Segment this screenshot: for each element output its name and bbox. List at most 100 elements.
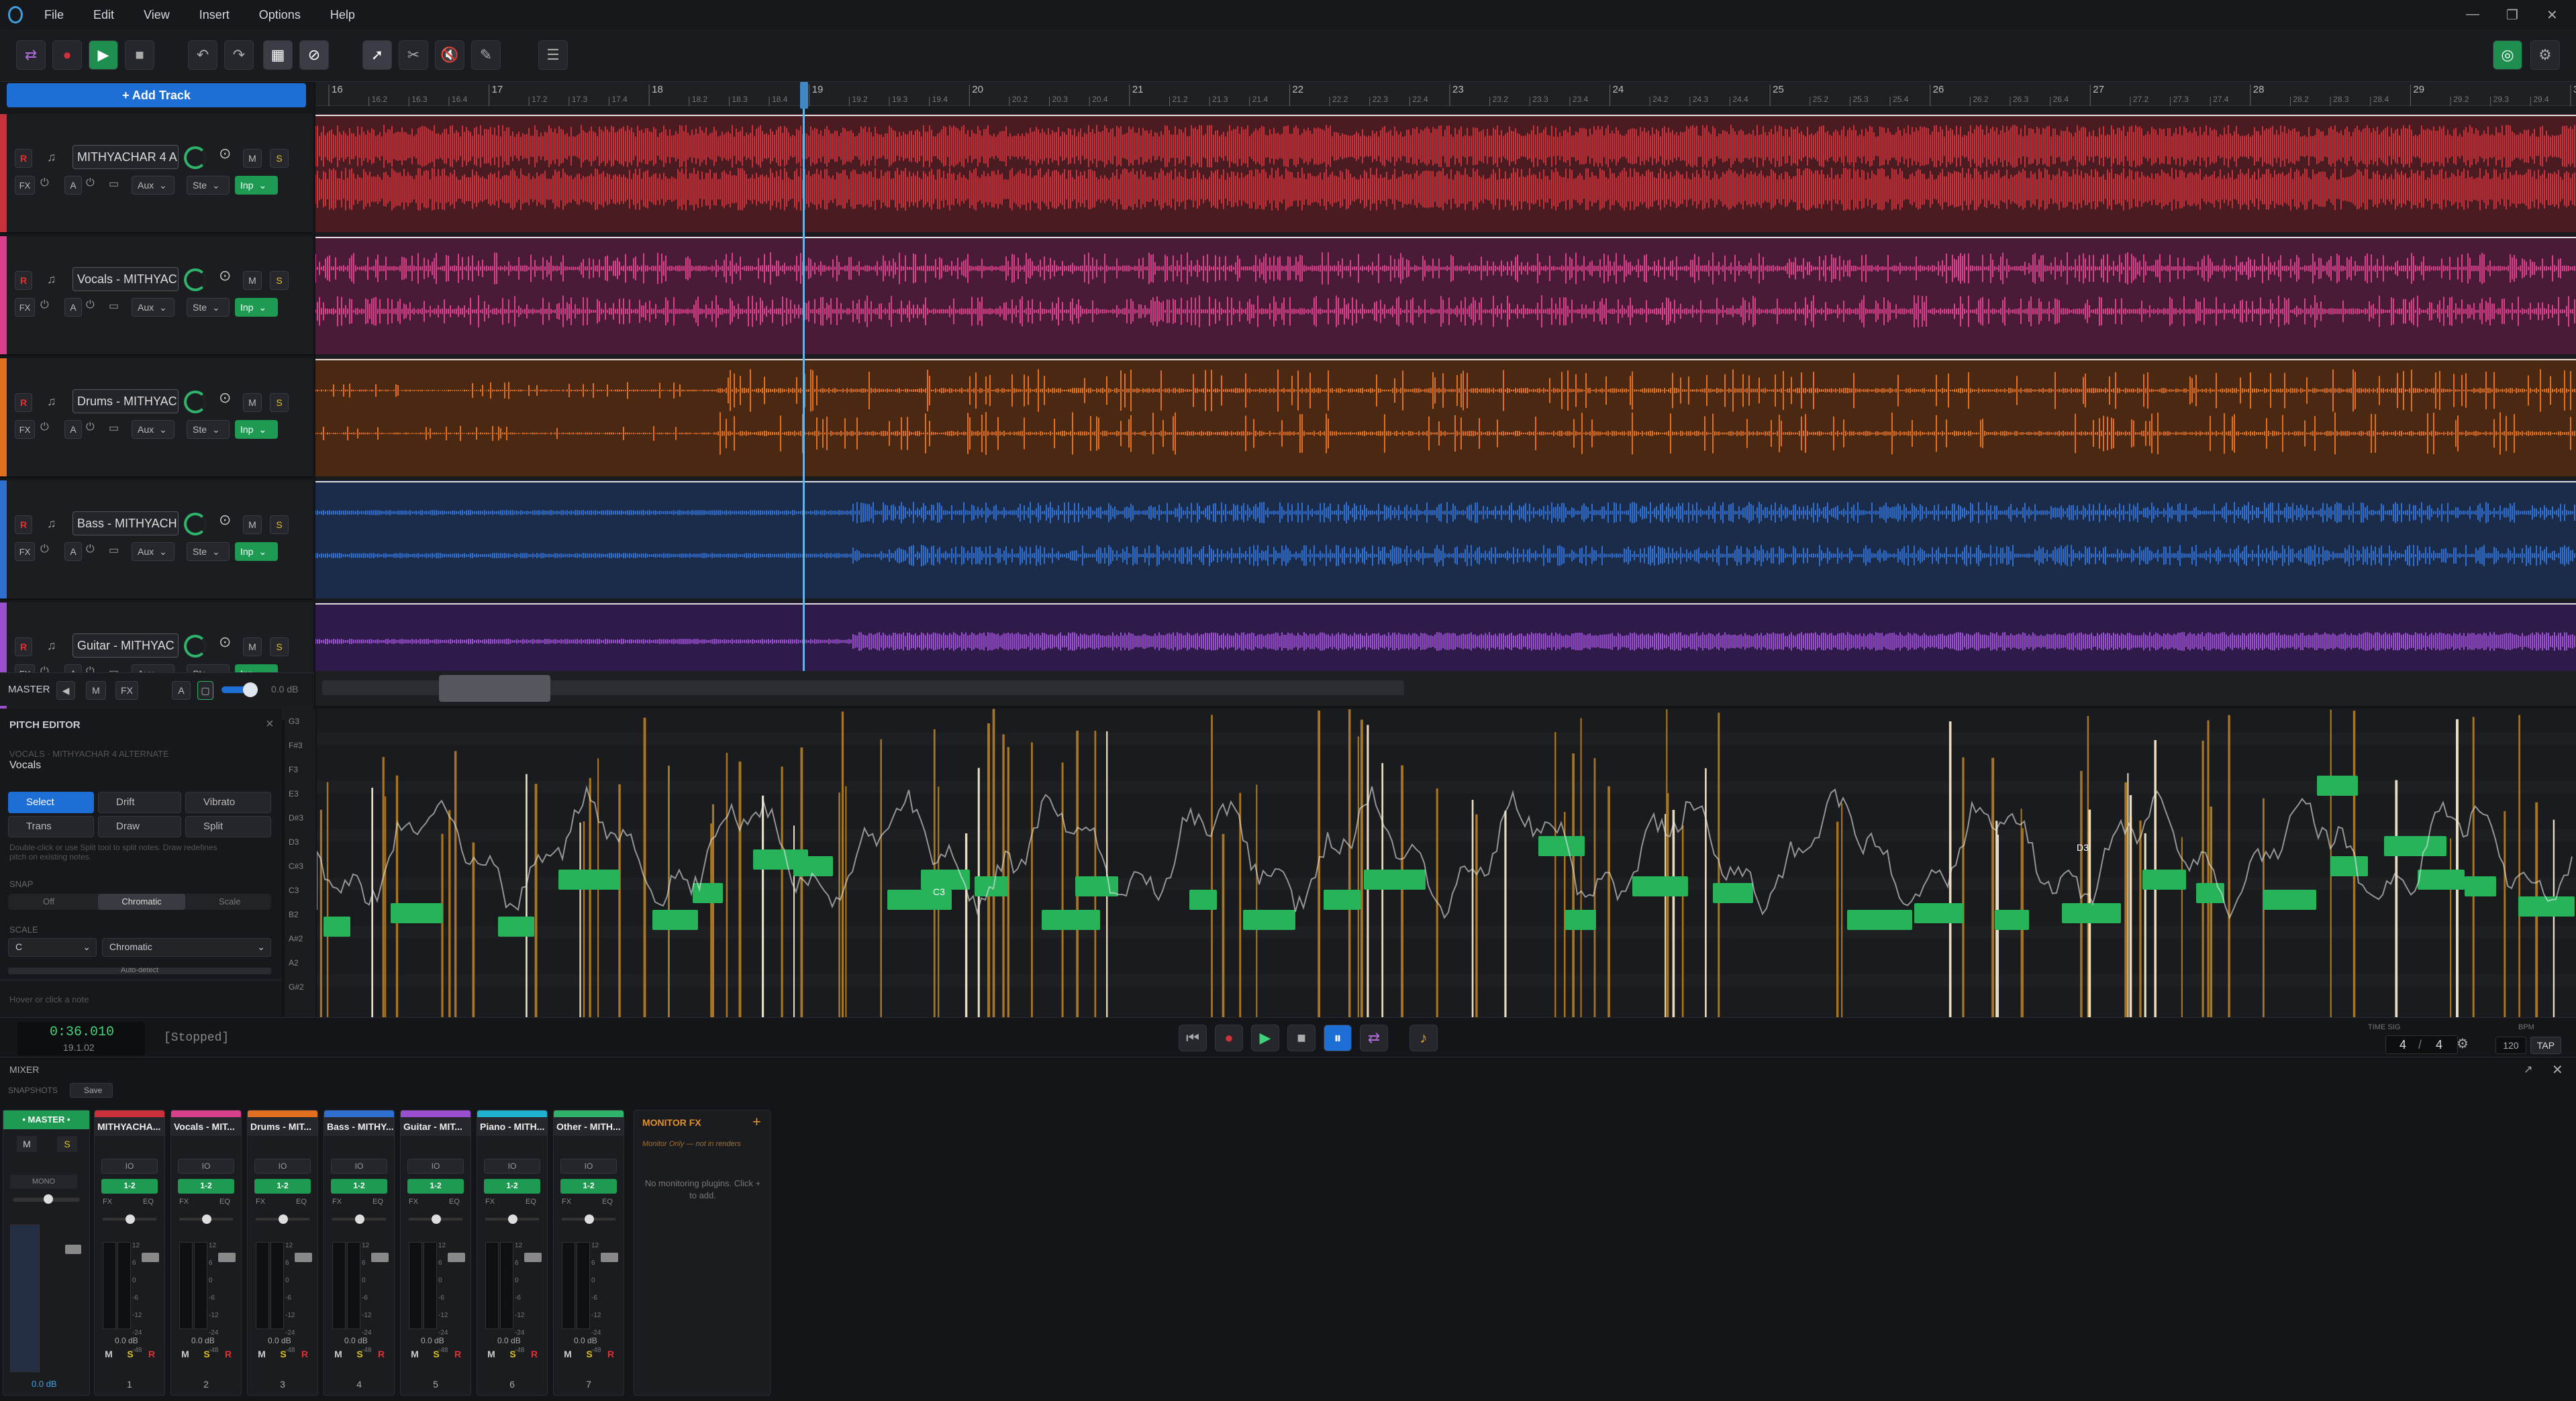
midi-note-icon[interactable]: ♫: [47, 395, 56, 409]
snap-scale[interactable]: Scale: [219, 896, 241, 906]
channel-mute-button[interactable]: M: [178, 1347, 193, 1361]
channel-pan-thumb[interactable]: [126, 1214, 135, 1224]
scale-mode-select[interactable]: Chromatic ⌄: [102, 938, 271, 957]
track-mute-button[interactable]: M: [243, 515, 262, 534]
channel-record-button[interactable]: R: [221, 1347, 236, 1361]
playhead[interactable]: [803, 82, 805, 671]
track-solo-button[interactable]: S: [270, 515, 289, 534]
pointer-tool-icon[interactable]: ➚: [362, 40, 392, 70]
scale-key-select[interactable]: C ⌄: [8, 938, 97, 957]
redo-icon[interactable]: ↷: [224, 40, 254, 70]
master-fader-thumb[interactable]: [65, 1245, 81, 1254]
volume-knob[interactable]: [184, 146, 207, 169]
record-icon[interactable]: ●: [52, 40, 82, 70]
aux-send-select[interactable]: Aux ⌄: [132, 420, 175, 439]
channel-fader-thumb[interactable]: [371, 1253, 389, 1262]
settings-gear-icon[interactable]: ⚙: [2530, 40, 2560, 70]
channel-fx-button[interactable]: FX: [332, 1198, 342, 1206]
channel-mute-button[interactable]: M: [254, 1347, 269, 1361]
ts-numerator[interactable]: 4: [2399, 1038, 2406, 1052]
mixer-close-icon[interactable]: ✕: [2552, 1061, 2563, 1078]
track-mute-button[interactable]: M: [243, 393, 262, 412]
channel-pan-thumb[interactable]: [508, 1214, 517, 1224]
ts-denominator[interactable]: 4: [2436, 1038, 2442, 1052]
menu-edit[interactable]: Edit: [93, 8, 114, 22]
channel-fader-thumb[interactable]: [295, 1253, 312, 1262]
track-mute-button[interactable]: M: [243, 637, 262, 656]
pan-knob-icon[interactable]: ⊙: [219, 145, 231, 162]
select-tool-button[interactable]: Select: [8, 792, 94, 813]
tap-tempo-button[interactable]: TAP: [2530, 1037, 2561, 1054]
add-track-button[interactable]: + Add Track: [7, 83, 306, 107]
mono-button[interactable]: MONO: [10, 1175, 77, 1188]
arrange-timeline[interactable]: [315, 82, 2576, 672]
pan-knob-icon[interactable]: ⊙: [219, 389, 231, 407]
play-icon[interactable]: ▶: [89, 40, 118, 70]
volume-knob[interactable]: [184, 391, 207, 413]
snap-chromatic[interactable]: Chromatic: [98, 894, 185, 910]
pan-knob-icon[interactable]: ⊙: [219, 633, 231, 651]
channel-name[interactable]: MITHYACHA...: [95, 1117, 164, 1136]
master-pan-thumb[interactable]: [44, 1194, 53, 1204]
channel-eq-button[interactable]: EQ: [219, 1198, 230, 1206]
freeze-icon[interactable]: ⏻: [86, 299, 95, 311]
channel-fader-thumb[interactable]: [524, 1253, 542, 1262]
folder-icon[interactable]: ▭: [109, 543, 119, 557]
channel-name[interactable]: Other - MITH...: [554, 1117, 624, 1136]
scroll-thumb[interactable]: [439, 675, 550, 702]
channel-pan-thumb[interactable]: [432, 1214, 441, 1224]
channel-name[interactable]: Piano - MITH...: [477, 1117, 547, 1136]
track-mute-button[interactable]: M: [243, 149, 262, 168]
channel-pan-thumb[interactable]: [202, 1214, 211, 1224]
channel-route-select[interactable]: 1-2: [178, 1179, 234, 1194]
freeze-icon[interactable]: ⏻: [86, 421, 95, 433]
snap-link-icon[interactable]: ⊘: [299, 40, 329, 70]
channel-route-select[interactable]: 1-2: [254, 1179, 311, 1194]
track-fx-button[interactable]: FX: [15, 176, 35, 195]
snapshot-save-button[interactable]: Save: [70, 1083, 113, 1098]
vibrato-tool-button[interactable]: Vibrato: [185, 792, 271, 813]
channel-solo-button[interactable]: S: [352, 1347, 367, 1361]
channel-pan-thumb[interactable]: [279, 1214, 288, 1224]
channel-fader-thumb[interactable]: [142, 1253, 159, 1262]
transport-loop-icon[interactable]: ⇄: [1360, 1025, 1388, 1051]
track-name-field[interactable]: MITHYACHAR 4 A: [72, 145, 179, 169]
channel-io-button[interactable]: IO: [331, 1159, 387, 1174]
track-mute-button[interactable]: M: [243, 271, 262, 290]
folder-icon[interactable]: ▭: [109, 177, 119, 191]
midi-note-icon[interactable]: ♫: [47, 150, 56, 164]
track-header[interactable]: R ♫ Drums - MITHYAC ⊙ M S FX ⏻ A ⏻ ▭ Aux…: [0, 358, 313, 478]
aux-send-select[interactable]: Aux ⌄: [132, 542, 175, 561]
channel-eq-button[interactable]: EQ: [143, 1198, 154, 1206]
track-fx-button[interactable]: FX: [15, 420, 35, 439]
trans-tool-button[interactable]: Trans: [8, 816, 94, 837]
time-signature[interactable]: 4 / 4: [2385, 1035, 2458, 1054]
pan-knob-icon[interactable]: ⊙: [219, 267, 231, 284]
volume-knob[interactable]: [184, 513, 207, 535]
folder-icon[interactable]: ▭: [109, 299, 119, 313]
folder-icon[interactable]: ▭: [109, 421, 119, 435]
channel-record-button[interactable]: R: [450, 1347, 465, 1361]
stereo-select[interactable]: Ste ⌄: [187, 176, 230, 195]
channel-route-select[interactable]: 1-2: [407, 1179, 464, 1194]
channel-solo-button[interactable]: S: [505, 1347, 520, 1361]
menu-view[interactable]: View: [144, 8, 170, 22]
automation-button[interactable]: A: [64, 542, 82, 561]
track-fx-button[interactable]: FX: [15, 298, 35, 317]
power-icon[interactable]: ⏻: [40, 421, 49, 433]
loop-record-icon[interactable]: ⇄: [16, 40, 46, 70]
channel-io-button[interactable]: IO: [254, 1159, 311, 1174]
master-ch-mute[interactable]: M: [17, 1136, 37, 1152]
track-header[interactable]: R ♫ MITHYACHAR 4 A ⊙ M S FX ⏻ A ⏻ ▭ Aux ⌄…: [0, 114, 313, 234]
channel-record-button[interactable]: R: [144, 1347, 159, 1361]
channel-mute-button[interactable]: M: [331, 1347, 346, 1361]
track-name-field[interactable]: Guitar - MITHYAC: [72, 633, 179, 658]
pan-knob-icon[interactable]: ⊙: [219, 511, 231, 529]
track-header[interactable]: R ♫ Vocals - MITHYAC ⊙ M S FX ⏻ A ⏻ ▭ Au…: [0, 236, 313, 356]
transport-play-icon[interactable]: ▶: [1251, 1025, 1279, 1051]
channel-name[interactable]: Guitar - MIT...: [401, 1117, 470, 1136]
ts-settings-icon[interactable]: ⚙: [2457, 1035, 2469, 1052]
track-fx-button[interactable]: FX: [15, 542, 35, 561]
record-arm-button[interactable]: R: [15, 149, 32, 168]
master-fx-button[interactable]: FX: [115, 681, 138, 700]
